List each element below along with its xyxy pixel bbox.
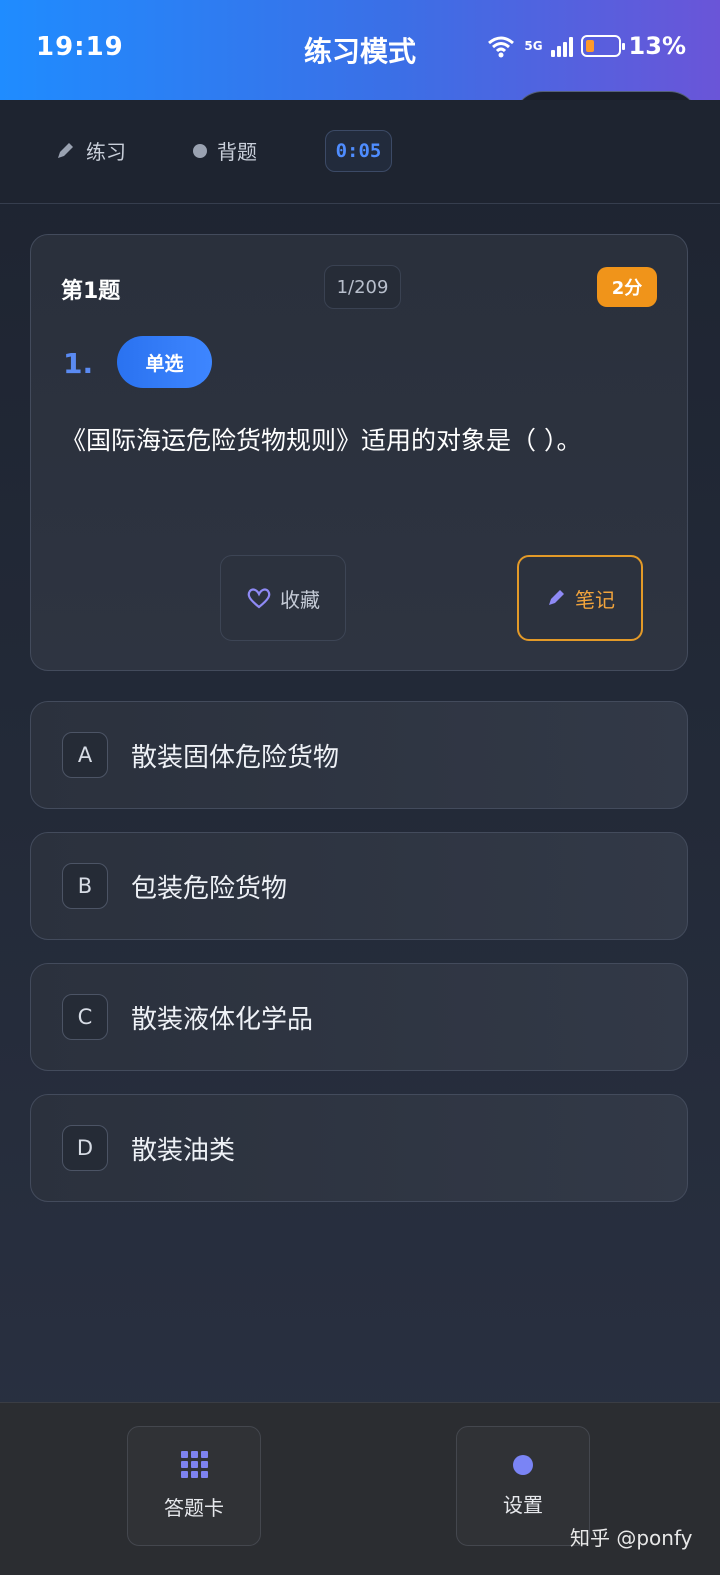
option-text: 包装危险货物 xyxy=(131,873,288,904)
option-text: 散装固体危险货物 xyxy=(131,742,340,773)
option-text: 散装油类 xyxy=(131,1135,236,1166)
option-letter: A xyxy=(62,732,108,778)
note-button[interactable]: 笔记 xyxy=(517,555,643,641)
question-progress: 1/209 xyxy=(324,265,401,309)
option-b[interactable]: B 包装危险货物 xyxy=(30,832,688,940)
answer-card-button[interactable]: 答题卡 xyxy=(127,1426,261,1546)
option-text: 散装液体化学品 xyxy=(131,1004,314,1035)
favorite-button[interactable]: 收藏 xyxy=(220,555,346,641)
title-bar: 19:19 练习模式 5G 13% xyxy=(0,0,720,100)
option-letter: B xyxy=(62,863,108,909)
settings-label: 设置 xyxy=(503,1492,543,1517)
dot-icon xyxy=(193,143,207,158)
question-number: 第1题 xyxy=(61,279,121,304)
mode-practice[interactable]: 练习 xyxy=(54,136,126,165)
pencil-icon xyxy=(58,142,73,158)
option-letter: C xyxy=(62,994,108,1040)
question-text: 《国际海运危险货物规则》适用的对象是（ ）。 xyxy=(61,426,582,455)
timer: 0:05 xyxy=(325,130,392,172)
score-badge: 2分 xyxy=(597,267,657,307)
answer-card-label: 答题卡 xyxy=(164,1496,224,1520)
battery-level: 13% xyxy=(628,32,686,60)
network-type: 5G xyxy=(524,39,543,53)
mode-practice-label: 练习 xyxy=(86,140,126,164)
option-d[interactable]: D 散装油类 xyxy=(30,1094,688,1202)
grid-icon xyxy=(180,1451,208,1478)
option-a[interactable]: A 散装固体危险货物 xyxy=(30,701,688,809)
signal-icon xyxy=(550,35,573,57)
settings-dot-icon xyxy=(513,1454,533,1475)
pencil-icon xyxy=(549,590,564,605)
option-letter: D xyxy=(62,1125,108,1171)
mode-recite[interactable]: 背题 xyxy=(193,136,257,165)
watermark: 知乎 @ponfy xyxy=(570,1526,693,1550)
question-type-badge: 单选 xyxy=(117,336,212,388)
mode-recite-label: 背题 xyxy=(217,140,257,164)
battery-icon xyxy=(580,35,625,57)
favorite-label: 收藏 xyxy=(280,587,320,612)
option-c[interactable]: C 散装液体化学品 xyxy=(30,963,688,1071)
heart-icon xyxy=(247,588,271,609)
question-card: 第1题 1/209 2分 1. 单选 《国际海运危险货物规则》适用的对象是（ ）… xyxy=(30,234,688,671)
wifi-icon xyxy=(488,36,515,58)
status-icons: 5G 13% xyxy=(486,32,686,60)
question-index: 1. xyxy=(63,347,94,380)
note-label: 笔记 xyxy=(575,587,615,612)
